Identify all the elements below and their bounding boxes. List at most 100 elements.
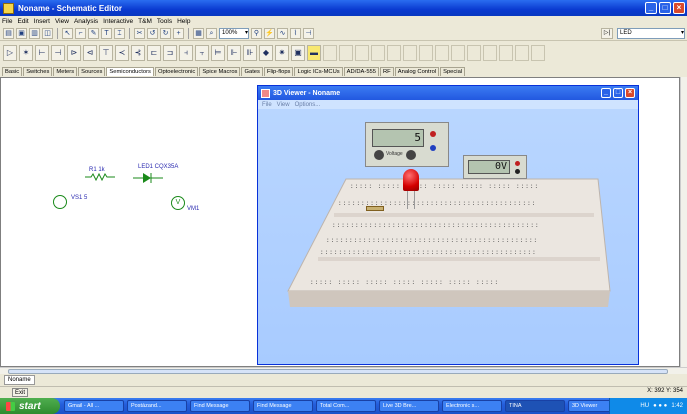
tab-optoelectronic[interactable]: Optoelectronic: [154, 67, 199, 76]
photodiode-icon[interactable]: ✷: [275, 45, 289, 61]
start-button[interactable]: start: [0, 398, 60, 414]
led-icon[interactable]: ◆: [259, 45, 273, 61]
tab-rf[interactable]: RF: [380, 67, 394, 76]
menu-help[interactable]: Help: [177, 18, 190, 25]
task-postazando[interactable]: Postázand...: [127, 400, 187, 412]
mosfet-dep-icon[interactable]: ⊨: [211, 45, 225, 61]
resistor-r1[interactable]: [85, 172, 115, 182]
led-3d[interactable]: [403, 169, 419, 191]
diode-icon[interactable]: ▷: [3, 45, 17, 61]
jfet-n-icon[interactable]: ⊏: [147, 45, 161, 61]
task-electronic[interactable]: Electronic s...: [442, 400, 502, 412]
tab-ad-da[interactable]: AD/DA-555: [343, 67, 379, 76]
task-gmail[interactable]: Gmail - All ...: [64, 400, 124, 412]
lamp-icon[interactable]: ▬: [307, 45, 321, 61]
npn-transistor-icon[interactable]: ≺: [115, 45, 129, 61]
dc-analysis-icon[interactable]: ⚡: [264, 28, 275, 39]
voltage-source-instrument[interactable]: 5 Voltage: [365, 122, 449, 167]
ac-analysis-icon[interactable]: ∿: [277, 28, 288, 39]
language-indicator[interactable]: HU: [640, 403, 649, 409]
viewer-minimize-button[interactable]: _: [601, 88, 611, 98]
tray-icons[interactable]: ● ● ●: [653, 403, 667, 409]
tab-special[interactable]: Special: [440, 67, 466, 76]
select-arrow-icon[interactable]: ↖: [62, 28, 73, 39]
zoom-select[interactable]: 100% ▾: [219, 28, 249, 39]
cut-icon[interactable]: ✂: [134, 28, 145, 39]
bridge-icon[interactable]: ⊳: [67, 45, 81, 61]
tab-basic[interactable]: Basic: [2, 67, 23, 76]
menu-tools[interactable]: Tools: [157, 18, 172, 25]
component-search-input[interactable]: LED ▾: [617, 28, 685, 39]
minimize-button[interactable]: _: [645, 2, 657, 14]
igbt-icon[interactable]: ⊩: [227, 45, 241, 61]
viewer-menu-file[interactable]: File: [262, 102, 272, 108]
probe-icon[interactable]: ⚲: [251, 28, 262, 39]
schottky-icon[interactable]: ⊢: [35, 45, 49, 61]
knob-icon[interactable]: [406, 150, 416, 160]
resistor-3d[interactable]: [366, 206, 384, 211]
tab-spice-macros[interactable]: Spice Macros: [199, 67, 241, 76]
pen-icon[interactable]: ✎: [88, 28, 99, 39]
led-led1[interactable]: [133, 172, 163, 184]
voltage-source-vs1[interactable]: [53, 195, 67, 209]
horizontal-scrollbar[interactable]: [0, 367, 687, 374]
task-find-message-2[interactable]: Find Message: [253, 400, 313, 412]
text-icon[interactable]: T: [101, 28, 112, 39]
rotate-left-icon[interactable]: ↺: [147, 28, 158, 39]
varactor-icon[interactable]: ⊣: [51, 45, 65, 61]
bus-icon[interactable]: ⌶: [114, 28, 125, 39]
open-icon[interactable]: ▤: [3, 28, 14, 39]
diac-icon[interactable]: ⊲: [83, 45, 97, 61]
menu-file[interactable]: File: [2, 18, 12, 25]
mirror-icon[interactable]: +: [173, 28, 184, 39]
menu-analysis[interactable]: Analysis: [74, 18, 98, 25]
task-live-3d[interactable]: Live 3D Bre...: [379, 400, 439, 412]
menu-view[interactable]: View: [55, 18, 69, 25]
exit-button[interactable]: Exit: [12, 388, 29, 397]
tab-logic-ics[interactable]: Logic ICs-MCUs: [294, 67, 343, 76]
task-tina[interactable]: TINA: [505, 400, 565, 412]
zener-icon[interactable]: ✶: [19, 45, 33, 61]
scroll-thumb[interactable]: [8, 369, 668, 374]
triac-icon[interactable]: ⊤: [99, 45, 113, 61]
component-search-icon[interactable]: ▷|: [601, 28, 613, 39]
task-find-message-1[interactable]: Find Message: [190, 400, 250, 412]
tab-sources[interactable]: Sources: [78, 67, 106, 76]
viewer-menu-options[interactable]: Options...: [295, 102, 321, 108]
viewer-maximize-button[interactable]: □: [613, 88, 623, 98]
mosfet-n-icon[interactable]: ⫞: [179, 45, 193, 61]
document-tab-noname[interactable]: Noname: [4, 375, 35, 385]
task-total-commander[interactable]: Total Com...: [316, 400, 376, 412]
3d-scene[interactable]: ::::: ::::: ::::: ::::: ::::: ::::: ::::…: [258, 109, 638, 364]
pnp-transistor-icon[interactable]: ⊰: [131, 45, 145, 61]
tab-analog-control[interactable]: Analog Control: [394, 67, 440, 76]
print-icon[interactable]: ▥: [29, 28, 40, 39]
scope-icon[interactable]: ⌇: [290, 28, 301, 39]
tab-flip-flops[interactable]: Flip-flops: [263, 67, 294, 76]
menu-insert[interactable]: Insert: [34, 18, 50, 25]
tab-gates[interactable]: Gates: [241, 67, 263, 76]
maximize-button[interactable]: □: [659, 2, 671, 14]
viewer-menu-view[interactable]: View: [277, 102, 290, 108]
tab-semiconductors[interactable]: Semiconductors: [106, 67, 154, 76]
rotate-right-icon[interactable]: ↻: [160, 28, 171, 39]
wire-icon[interactable]: ⌐: [75, 28, 86, 39]
tab-meters[interactable]: Meters: [53, 67, 78, 76]
optocoupler-icon[interactable]: ▣: [291, 45, 305, 61]
zoom-icon[interactable]: ⌕: [206, 28, 217, 39]
voltmeter-vm1[interactable]: V: [171, 196, 185, 210]
measure-icon[interactable]: ⊣: [303, 28, 314, 39]
grid-icon[interactable]: ▦: [193, 28, 204, 39]
jfet-p-icon[interactable]: ⊐: [163, 45, 177, 61]
mosfet-p-icon[interactable]: ⫟: [195, 45, 209, 61]
multimeter-instrument[interactable]: 0V: [463, 155, 527, 179]
viewer-close-button[interactable]: ×: [625, 88, 635, 98]
print-preview-icon[interactable]: ◫: [42, 28, 53, 39]
save-icon[interactable]: ▣: [16, 28, 27, 39]
thyristor-icon[interactable]: ⊪: [243, 45, 257, 61]
vertical-scrollbar[interactable]: [680, 77, 687, 367]
menu-edit[interactable]: Edit: [17, 18, 28, 25]
menu-interactive[interactable]: Interactive: [103, 18, 133, 25]
menu-tm[interactable]: T&M: [138, 18, 152, 25]
close-button[interactable]: ×: [673, 2, 685, 14]
